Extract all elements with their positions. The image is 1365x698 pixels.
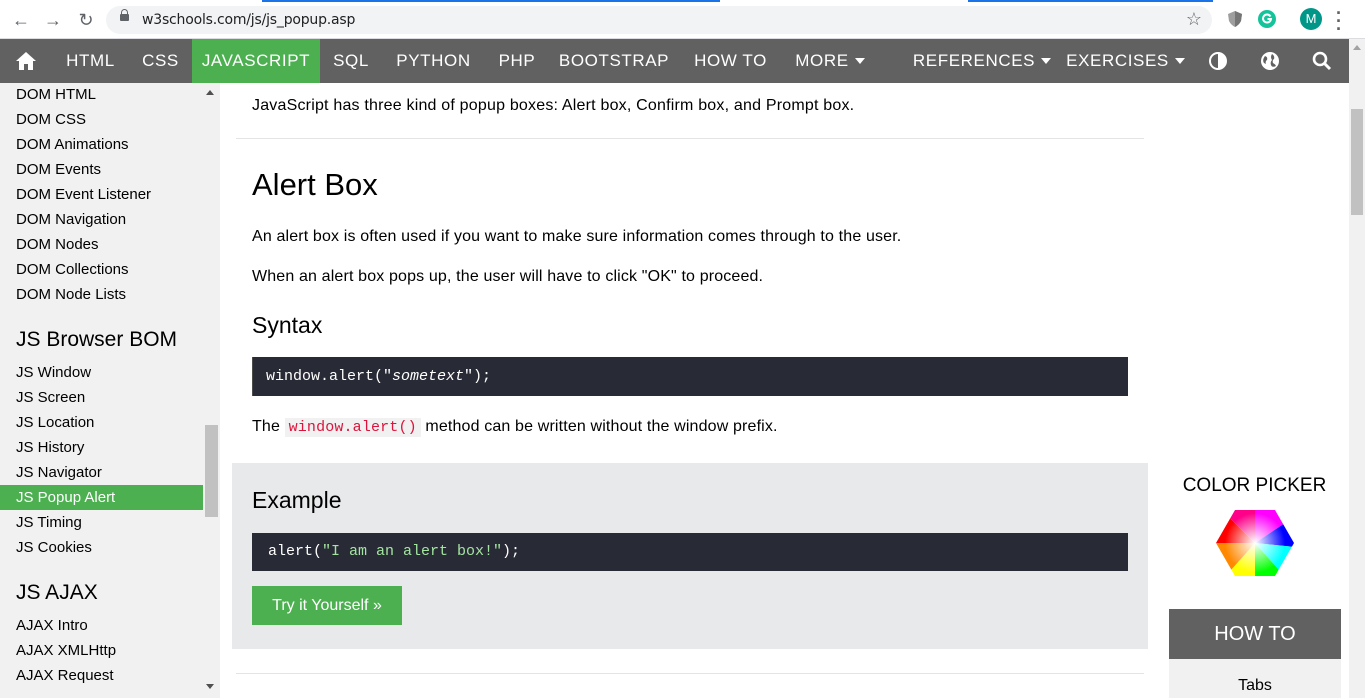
sidebar: DOM HTML DOM CSS DOM Animations DOM Even… [0,83,220,698]
sidebar-item-dom-collections[interactable]: DOM Collections [0,257,203,282]
syntax-code-prefix: window.alert(" [266,368,393,385]
alert-paragraph-1: An alert box is often used if you want t… [252,228,902,245]
howto-list: Tabs [1169,659,1341,698]
sidebar-item-ajax-request[interactable]: AJAX Request [0,663,203,688]
nav-javascript[interactable]: JAVASCRIPT [192,39,320,83]
menu-kebab-icon[interactable]: · · · [1336,4,1342,38]
top-navigation: HTML CSS JAVASCRIPT SQL PYTHON PHP BOOTS… [0,39,1349,83]
sidebar-item-js-window[interactable]: JS Window [0,360,203,385]
nav-references-label: REFERENCES [912,51,1036,70]
sidebar-heading-bom: JS Browser BOM [16,328,178,351]
example-code-string: "I am an alert box!" [322,543,503,560]
nav-python[interactable]: PYTHON [382,39,485,83]
nav-sql[interactable]: SQL [320,39,382,83]
sidebar-scroll-down-icon[interactable] [206,684,214,689]
method-note: The window.alert() method can be written… [252,418,778,437]
sidebar-item-dom-events[interactable]: DOM Events [0,157,203,182]
sidebar-item-js-cookies[interactable]: JS Cookies [0,535,203,560]
example-code-suffix: ); [502,543,521,560]
caret-down-icon [1041,57,1052,64]
divider [236,673,1144,674]
method-note-before: The [252,418,285,435]
intro-text: JavaScript has three kind of popup boxes… [252,97,855,114]
sidebar-scrollbar-thumb[interactable] [205,425,218,517]
example-code-block: alert("I am an alert box!"); [252,533,1128,571]
alert-box-title: Alert Box [252,167,378,202]
nav-exercises[interactable]: EXERCISES [1058,39,1193,83]
syntax-code-suffix: "); [464,368,492,385]
method-note-after: method can be written without the window… [420,418,778,435]
right-column: COLOR PICKER HOW TO Tabs [1160,83,1349,698]
howto-item-tabs[interactable]: Tabs [1169,677,1341,695]
url-text: w3schools.com/js/js_popup.asp [142,12,356,28]
nav-exercises-label: EXERCISES [1066,51,1169,70]
sidebar-scroll-up-icon[interactable] [206,90,214,95]
sidebar-item-js-timing[interactable]: JS Timing [0,510,203,535]
nav-how-to[interactable]: HOW TO [679,39,782,83]
globe-icon[interactable] [1248,39,1292,83]
color-picker-label: COLOR PICKER [1182,475,1327,496]
sidebar-item-js-popup-alert[interactable]: JS Popup Alert [0,485,203,510]
page-scrollbar-thumb[interactable] [1351,109,1363,215]
divider [236,138,1144,139]
nav-php[interactable]: PHP [485,39,549,83]
nav-more[interactable]: MORE [782,39,878,83]
forward-icon[interactable]: → [40,7,66,33]
sidebar-item-dom-animations[interactable]: DOM Animations [0,132,203,157]
example-code-prefix: alert( [268,543,323,560]
sidebar-item-dom-css[interactable]: DOM CSS [0,107,203,132]
page-scrollbar[interactable] [1349,39,1365,698]
lock-icon [120,9,129,21]
color-picker-wheel-icon[interactable] [1215,508,1295,578]
sidebar-item-js-navigator[interactable]: JS Navigator [0,460,203,485]
tab-indicator [968,0,1213,2]
sidebar-item-dom-navigation[interactable]: DOM Navigation [0,207,203,232]
syntax-code-block: window.alert("sometext"); [252,357,1128,396]
browser-toolbar: ← → ↻ w3schools.com/js/js_popup.asp ☆ M … [0,0,1365,39]
reload-icon[interactable]: ↻ [73,7,99,33]
home-icon[interactable] [0,39,52,83]
sidebar-item-ajax-intro[interactable]: AJAX Intro [0,613,203,638]
nav-bootstrap[interactable]: BOOTSTRAP [549,39,679,83]
caret-down-icon [1174,57,1185,64]
tab-indicator [262,0,720,2]
caret-down-icon [854,57,865,64]
sidebar-item-js-screen[interactable]: JS Screen [0,385,203,410]
nav-more-label: MORE [795,51,849,70]
sidebar-heading-ajax: JS AJAX [16,581,98,604]
dark-mode-icon[interactable] [1196,39,1240,83]
search-icon[interactable] [1300,39,1344,83]
example-title: Example [252,487,342,513]
example-panel: Example alert("I am an alert box!"); Try… [232,463,1148,649]
back-icon[interactable]: ← [8,7,34,33]
syntax-code-italic: sometext [392,368,465,385]
sidebar-item-dom-nodes[interactable]: DOM Nodes [0,232,203,257]
howto-heading: HOW TO [1169,609,1341,659]
alert-paragraph-2: When an alert box pops up, the user will… [252,268,764,285]
sidebar-item-dom-event-listener[interactable]: DOM Event Listener [0,182,203,207]
try-it-yourself-button[interactable]: Try it Yourself » [252,586,402,625]
sidebar-item-dom-html[interactable]: DOM HTML [0,83,203,107]
sidebar-item-js-location[interactable]: JS Location [0,410,203,435]
inline-code: window.alert() [284,418,421,437]
grammarly-icon[interactable] [1258,10,1276,28]
page-scroll-up-icon[interactable] [1353,45,1361,50]
sidebar-item-js-history[interactable]: JS History [0,435,203,460]
syntax-title: Syntax [252,312,323,338]
sidebar-item-dom-node-lists[interactable]: DOM Node Lists [0,282,203,307]
bookmark-star-icon[interactable]: ☆ [1186,9,1202,30]
address-bar[interactable]: w3schools.com/js/js_popup.asp ☆ [106,6,1212,34]
shield-extension-icon[interactable] [1226,10,1244,28]
profile-avatar[interactable]: M [1300,8,1322,30]
nav-css[interactable]: CSS [129,39,192,83]
nav-references[interactable]: REFERENCES [906,39,1058,83]
sidebar-item-ajax-xmlhttp[interactable]: AJAX XMLHttp [0,638,203,663]
nav-html[interactable]: HTML [52,39,129,83]
main-content: JavaScript has three kind of popup boxes… [220,83,1160,698]
